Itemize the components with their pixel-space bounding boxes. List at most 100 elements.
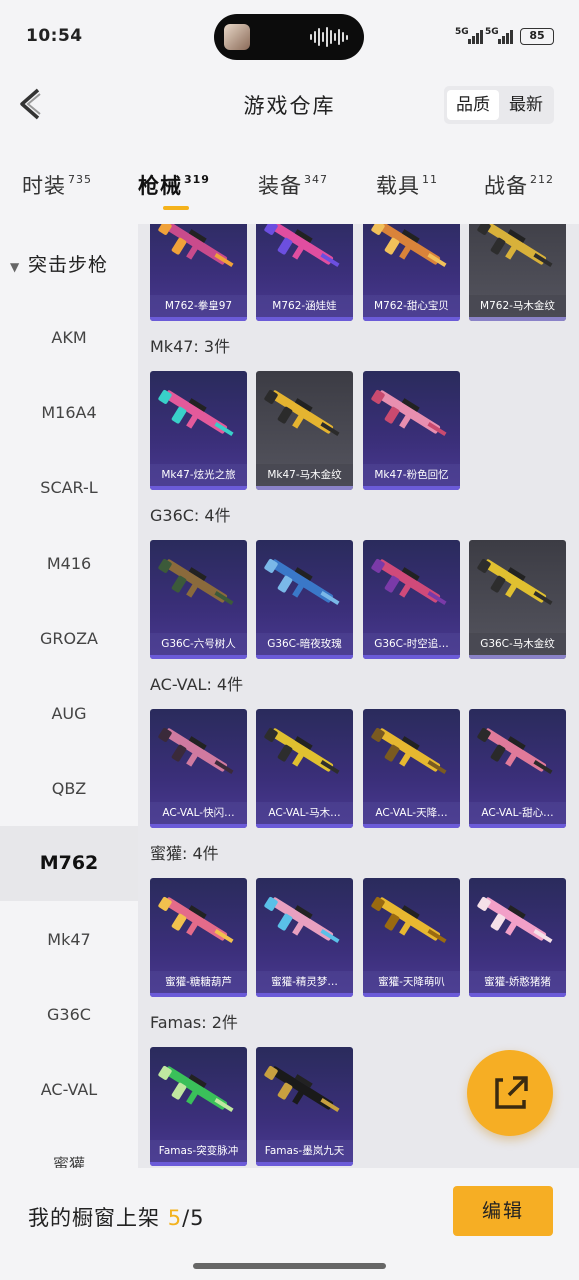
tab-fashion[interactable]: 时装 735 [22,170,92,200]
nav-bar: 游戏仓库 品质 最新 [0,66,579,146]
status-time: 10:54 [26,26,83,46]
weapon-card[interactable]: M762-拳皇97 [150,224,247,321]
rifle-icon [371,389,447,437]
weapon-name: 蜜獾-娇憨猪猪 [469,971,566,993]
rifle-icon [158,389,234,437]
weapon-card[interactable]: AC-VAL-天降… [363,709,460,828]
rifle-icon [158,224,234,268]
weapon-card[interactable]: 蜜獾-娇憨猪猪 [469,878,566,997]
weapon-card[interactable]: M762-甜心宝贝 [363,224,460,321]
rarity-bar [256,824,353,828]
sidebar-item-akm[interactable]: AKM [0,300,138,375]
weapon-card[interactable]: Mk47-马木金纹 [256,371,353,490]
rifle-icon [477,727,553,775]
weapon-card[interactable]: 蜜獾-糖糖葫芦 [150,878,247,997]
weapon-name: AC-VAL-马木… [256,802,353,824]
weapon-card[interactable]: Famas-突变脉冲 [150,1047,247,1166]
rarity-bar [150,317,247,321]
rarity-bar [363,317,460,321]
chevron-down-icon: ▼ [10,260,21,274]
rifle-icon [371,896,447,944]
weapon-card[interactable]: 蜜獾-精灵梦… [256,878,353,997]
weapon-card[interactable]: AC-VAL-马木… [256,709,353,828]
weapon-card[interactable]: 蜜獾-天降萌叭 [363,878,460,997]
weapon-card[interactable]: AC-VAL-快闪… [150,709,247,828]
weapon-card[interactable]: G36C-六号树人 [150,540,247,659]
tab-vehicles[interactable]: 载具 11 [376,170,438,200]
rifle-icon [477,558,553,606]
rarity-bar [256,486,353,490]
category-tabs: 时装 735 枪械 319 装备 347 载具 11 战备 212 [0,156,579,220]
sort-latest-button[interactable]: 最新 [500,90,552,120]
section-title: AC-VAL: 4件 [150,675,244,694]
section-title: 蜜獾: 4件 [150,844,219,863]
sidebar-item-m416[interactable]: M416 [0,526,138,601]
category-header[interactable]: ▼ 突击步枪 [10,250,108,277]
showcase-status: 我的橱窗上架 5/5 [28,1206,205,1230]
weapon-card[interactable]: G36C-马木金纹 [469,540,566,659]
weapon-name: M762-拳皇97 [150,295,247,317]
rifle-icon [158,896,234,944]
rarity-bar [469,993,566,997]
sidebar-item-ac-val[interactable]: AC-VAL [0,1052,138,1127]
rifle-icon [264,896,340,944]
tab-battle-prep[interactable]: 战备 212 [484,170,554,200]
rarity-bar [256,993,353,997]
rarity-bar [150,655,247,659]
weapon-name: AC-VAL-快闪… [150,802,247,824]
sort-quality-button[interactable]: 品质 [447,90,499,120]
sidebar-item-qbz[interactable]: QBZ [0,751,138,826]
weapon-card[interactable]: Famas-墨岚九天 [256,1047,353,1166]
active-tab-indicator [163,206,189,210]
rarity-bar [256,655,353,659]
rifle-icon [371,558,447,606]
weapon-name: AC-VAL-天降… [363,802,460,824]
rarity-bar [256,1162,353,1166]
sidebar-item-aug[interactable]: AUG [0,676,138,751]
media-thumbnail [224,24,250,50]
sidebar-item-g36c[interactable]: G36C [0,977,138,1052]
sidebar-item-scar-l[interactable]: SCAR-L [0,450,138,525]
external-link-icon [495,1076,528,1109]
rifle-icon [371,727,447,775]
tab-weapons[interactable]: 枪械 319 [138,170,210,200]
rifle-icon [158,558,234,606]
weapon-card[interactable]: M762-马木金纹 [469,224,566,321]
weapon-name: 蜜獾-精灵梦… [256,971,353,993]
weapon-name: Mk47-马木金纹 [256,464,353,486]
weapon-card[interactable]: Mk47-粉色回忆 [363,371,460,490]
signal-icon-2 [498,28,513,44]
signal-icon [468,28,483,44]
tab-equipment[interactable]: 装备 347 [258,170,328,200]
rarity-bar [150,486,247,490]
weapon-card[interactable]: M762-涵娃娃 [256,224,353,321]
dynamic-island[interactable] [214,14,364,60]
weapon-name: M762-马木金纹 [469,295,566,317]
weapon-card[interactable]: Mk47-炫光之旅 [150,371,247,490]
bottom-bar: 我的橱窗上架 5/5 编辑 [0,1168,579,1280]
weapon-name: M762-甜心宝贝 [363,295,460,317]
weapon-name: G36C-暗夜玫瑰 [256,633,353,655]
sidebar-item-m762[interactable]: M762 [0,826,138,901]
edit-button[interactable]: 编辑 [453,1186,553,1236]
rarity-bar [150,993,247,997]
sidebar-item-honey-badger[interactable]: 蜜獾 [0,1127,138,1168]
sidebar-item-groza[interactable]: GROZA [0,601,138,676]
weapon-name: Mk47-炫光之旅 [150,464,247,486]
section-title: G36C: 4件 [150,506,231,525]
weapon-card[interactable]: AC-VAL-甜心… [469,709,566,828]
sidebar-item-mk47[interactable]: Mk47 [0,902,138,977]
home-indicator [193,1263,386,1269]
rarity-bar [363,655,460,659]
share-button[interactable] [467,1050,553,1136]
rifle-icon [264,224,340,268]
rifle-icon [158,1065,234,1113]
weapon-card[interactable]: G36C-时空追… [363,540,460,659]
rarity-bar [469,317,566,321]
rarity-bar [150,824,247,828]
sidebar-item-m16a4[interactable]: M16A4 [0,375,138,450]
rarity-bar [469,824,566,828]
rarity-bar [150,1162,247,1166]
weapon-grid: M762-拳皇97 M762-涵娃娃 M762-甜心宝贝 M762-马木金纹 Mk47:… [138,224,579,1168]
weapon-card[interactable]: G36C-暗夜玫瑰 [256,540,353,659]
